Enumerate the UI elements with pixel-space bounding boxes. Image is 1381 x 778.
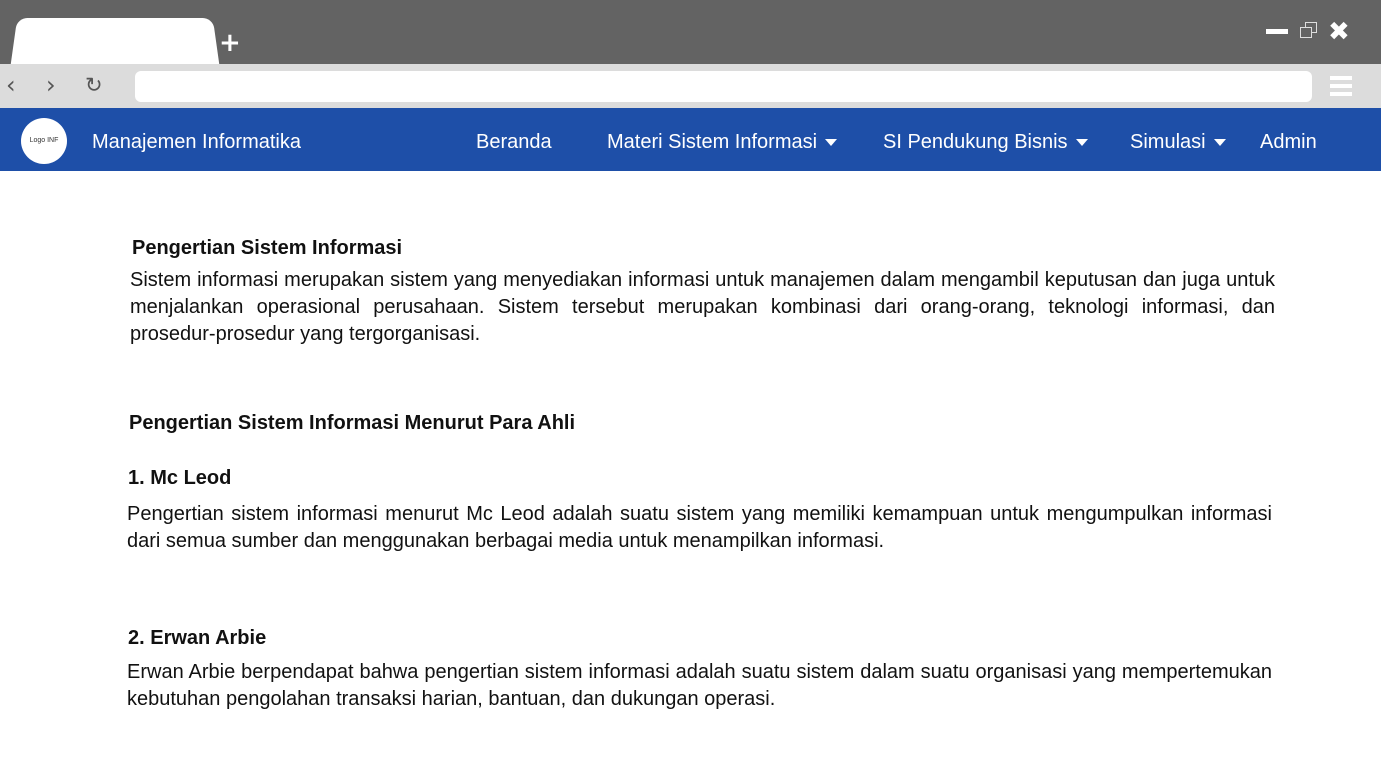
expert-body: Erwan Arbie berpendapat bahwa pengertian… <box>127 661 1272 710</box>
nav-beranda-label: Beranda <box>476 131 552 153</box>
browser-menu-icon[interactable] <box>1330 76 1352 96</box>
nav-materi-dropdown[interactable]: Materi Sistem Informasi <box>607 130 838 154</box>
nav-simulasi-label: Simulasi <box>1130 131 1206 153</box>
minimize-icon[interactable] <box>1266 29 1288 34</box>
nav-admin-label: Admin <box>1260 131 1317 153</box>
forward-icon[interactable]: › <box>46 72 56 98</box>
expert-title: 1. Mc Leod <box>128 467 232 489</box>
section-body: Sistem informasi merupakan sistem yang m… <box>130 269 1275 345</box>
site-brand[interactable]: Manajemen Informatika <box>92 130 301 154</box>
expert-title: 2. Erwan Arbie <box>128 627 267 649</box>
chevron-down-icon <box>1213 139 1226 147</box>
reload-icon[interactable]: ↻ <box>85 72 103 98</box>
chevron-down-icon <box>1075 139 1088 147</box>
section-title: Pengertian Sistem Informasi <box>132 237 403 259</box>
address-bar: ‹ › ↻ <box>0 64 1381 108</box>
section-title: Pengertian Sistem Informasi Menurut Para… <box>129 412 576 434</box>
close-icon[interactable]: ✖ <box>1328 18 1350 46</box>
site-navbar: Logo INF Manajemen Informatika Beranda M… <box>0 108 1381 171</box>
expert-body: Pengertian sistem informasi menurut Mc L… <box>127 503 1272 552</box>
restore-icon[interactable] <box>1300 22 1318 38</box>
site-logo[interactable]: Logo INF <box>21 118 67 164</box>
new-tab-button[interactable]: + <box>219 28 241 58</box>
back-icon[interactable]: ‹ <box>6 72 16 98</box>
nav-beranda[interactable]: Beranda <box>476 130 552 154</box>
url-input[interactable] <box>135 71 1312 102</box>
chevron-down-icon <box>825 139 838 147</box>
nav-materi-label: Materi Sistem Informasi <box>607 131 818 153</box>
browser-tab[interactable] <box>20 18 210 64</box>
nav-simulasi-dropdown[interactable]: Simulasi <box>1130 130 1226 154</box>
nav-pendukung-dropdown[interactable]: SI Pendukung Bisnis <box>883 130 1088 154</box>
nav-pendukung-label: SI Pendukung Bisnis <box>883 131 1068 153</box>
nav-admin[interactable]: Admin <box>1260 130 1317 154</box>
browser-tab-bar: + ✖ <box>0 0 1381 64</box>
